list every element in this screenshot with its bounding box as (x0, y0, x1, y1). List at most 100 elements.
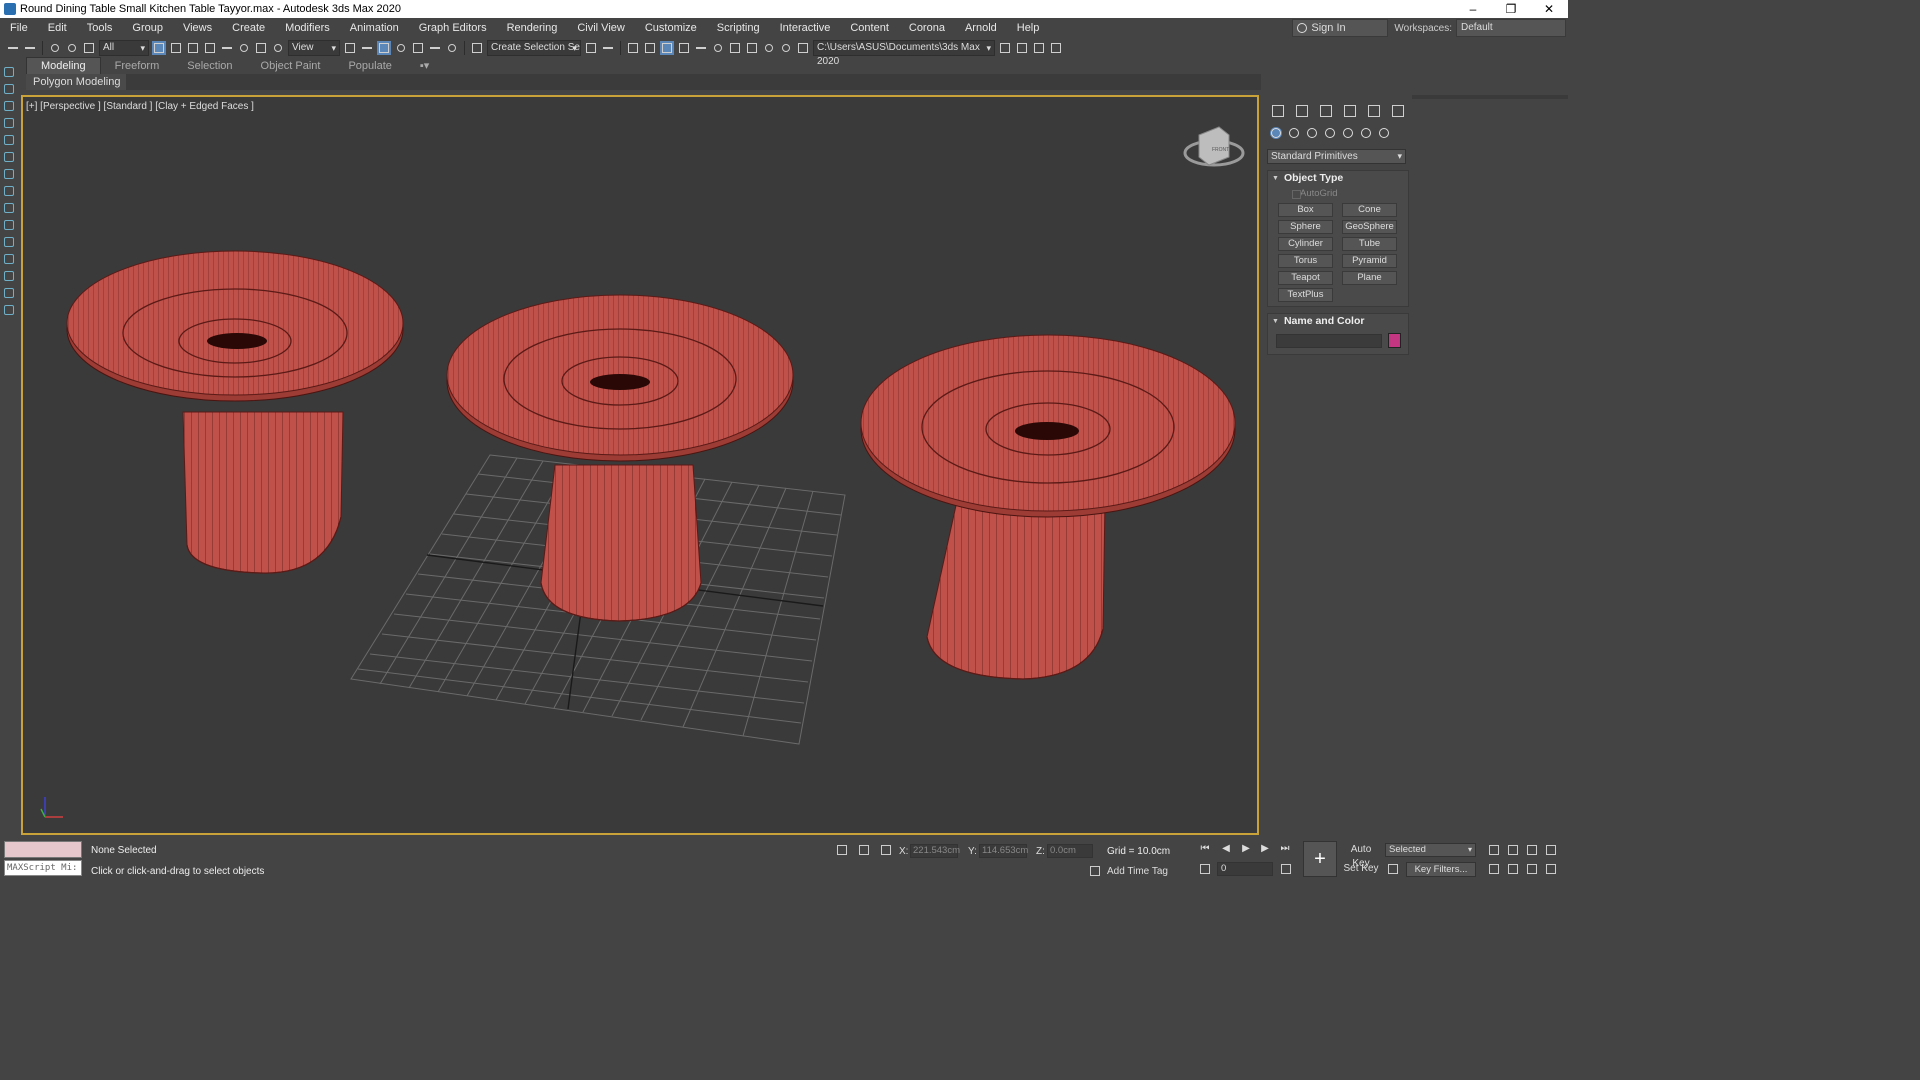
project-open-icon[interactable] (998, 41, 1012, 55)
ribbon-options-icon[interactable]: ▪▾ (406, 58, 443, 74)
perspective-viewport[interactable]: FRONT [+] [Perspective ] [Standard ] [Cl… (21, 95, 1259, 835)
align-icon[interactable] (601, 41, 615, 55)
set-key-button[interactable]: Set Key (1341, 862, 1381, 876)
select-manipulate-icon[interactable] (360, 41, 374, 55)
set-keys-button[interactable]: + (1303, 841, 1337, 877)
toggle-ribbon-icon[interactable] (660, 41, 674, 55)
paint-brush-icon[interactable] (4, 67, 14, 77)
field-of-view-icon[interactable] (1488, 863, 1500, 875)
menu-animation[interactable]: Animation (340, 18, 409, 38)
project-settings-icon[interactable] (1049, 41, 1063, 55)
utilities-tab-icon[interactable] (1390, 103, 1406, 119)
create-tab-icon[interactable] (1270, 103, 1286, 119)
table-left[interactable] (66, 250, 404, 574)
project-save-icon[interactable] (1032, 41, 1046, 55)
render-setup-icon[interactable] (728, 41, 742, 55)
systems-icon[interactable] (1378, 127, 1390, 139)
bucket-icon[interactable] (4, 118, 14, 128)
z-coordinate-field[interactable]: 0.0cm (1047, 844, 1093, 858)
pivot-center-icon[interactable] (343, 41, 357, 55)
modify-tab-icon[interactable] (1294, 103, 1310, 119)
tab-selection[interactable]: Selection (173, 58, 246, 74)
y-coordinate-field[interactable]: 114.653cm (979, 844, 1028, 858)
orbit-icon[interactable] (4, 186, 14, 196)
percent-snap-icon[interactable] (428, 41, 442, 55)
tab-populate[interactable]: Populate (334, 58, 405, 74)
undo-icon[interactable] (6, 41, 20, 55)
restore-button[interactable]: ❐ (1492, 0, 1530, 18)
key-selection-dropdown[interactable]: Selected (1385, 843, 1476, 857)
named-selection-dropdown[interactable]: Create Selection Se (487, 40, 581, 56)
drop-icon[interactable] (4, 203, 14, 213)
object-type-header[interactable]: ▼ Object Type (1268, 171, 1408, 186)
display-tab-icon[interactable] (1366, 103, 1382, 119)
magnet-icon[interactable] (4, 169, 14, 179)
render-production-icon[interactable] (762, 41, 776, 55)
menu-civil-view[interactable]: Civil View (567, 18, 634, 38)
cameras-icon[interactable] (1324, 127, 1336, 139)
spinner-snap-icon[interactable] (445, 41, 459, 55)
tube-button[interactable]: Tube (1342, 237, 1397, 251)
scene-explorer-icon[interactable] (626, 41, 640, 55)
cone-button[interactable]: Cone (1342, 203, 1397, 217)
table-center[interactable] (446, 294, 794, 622)
node-icon[interactable] (4, 237, 14, 247)
plane-button[interactable]: Plane (1342, 271, 1397, 285)
schematic-view-icon[interactable] (694, 41, 708, 55)
polygon-modeling-label[interactable]: Polygon Modeling (26, 74, 127, 90)
auto-key-button[interactable]: Auto Key (1341, 843, 1381, 869)
cylinder-button[interactable]: Cylinder (1278, 237, 1333, 251)
tab-modeling[interactable]: Modeling (26, 57, 101, 75)
maxscript-mini-listener[interactable]: MAXScript Mi: (4, 860, 82, 876)
list-icon[interactable] (4, 135, 14, 145)
edit-named-selection-icon[interactable] (470, 41, 484, 55)
orbit-icon[interactable] (1526, 863, 1538, 875)
window-crossing-icon[interactable] (203, 41, 217, 55)
rectangular-selection-icon[interactable] (186, 41, 200, 55)
selection-filter-dropdown[interactable]: All (99, 40, 149, 56)
lock-selection-icon[interactable] (858, 844, 870, 856)
key-filters-button[interactable]: Key Filters... (1406, 862, 1476, 877)
close-button[interactable]: ✕ (1530, 0, 1568, 18)
play-icon[interactable]: ▶ (1240, 843, 1252, 855)
current-frame-field[interactable]: 0 (1217, 862, 1273, 876)
object-name-field[interactable] (1276, 333, 1382, 348)
menu-modifiers[interactable]: Modifiers (275, 18, 340, 38)
point-icon[interactable] (4, 84, 14, 94)
a360-gallery-icon[interactable] (796, 41, 810, 55)
render-in-cloud-icon[interactable] (779, 41, 793, 55)
ruler-icon[interactable] (4, 220, 14, 230)
menu-tools[interactable]: Tools (77, 18, 123, 38)
next-frame-icon[interactable]: ▶ (1259, 843, 1271, 855)
rotate-icon[interactable] (237, 41, 251, 55)
shapes-icon[interactable] (1288, 127, 1300, 139)
wave-icon[interactable] (4, 254, 14, 264)
angle-snap-icon[interactable] (411, 41, 425, 55)
menu-file[interactable]: File (0, 18, 38, 38)
project-create-icon[interactable] (1015, 41, 1029, 55)
table-right[interactable] (860, 334, 1236, 680)
sign-in-button[interactable]: Sign In (1292, 19, 1389, 37)
menu-rendering[interactable]: Rendering (497, 18, 568, 38)
hook-icon[interactable] (4, 271, 14, 281)
previous-frame-icon[interactable]: ◀ (1220, 843, 1232, 855)
maximize-viewport-icon[interactable] (1545, 863, 1557, 875)
add-time-tag[interactable]: Add Time Tag (1107, 866, 1168, 877)
default-in-out-tangents-icon[interactable] (1387, 863, 1399, 875)
tool-icon[interactable] (4, 305, 14, 315)
name-color-header[interactable]: ▼ Name and Color (1268, 314, 1408, 329)
viewport-scene[interactable]: FRONT (23, 97, 1257, 833)
x-coordinate-field[interactable]: 221.543cm (910, 844, 960, 858)
space-warps-icon[interactable] (1360, 127, 1372, 139)
select-object-icon[interactable] (152, 41, 166, 55)
go-to-end-icon[interactable]: ⏭ (1279, 843, 1291, 855)
time-tag-icon[interactable] (1089, 865, 1101, 877)
zoom-all-icon[interactable] (1507, 844, 1519, 856)
lights-icon[interactable] (1306, 127, 1318, 139)
keyboard-shortcut-override-icon[interactable] (377, 41, 391, 55)
box-button[interactable]: Box (1278, 203, 1333, 217)
place-icon[interactable] (271, 41, 285, 55)
menu-views[interactable]: Views (173, 18, 222, 38)
zoom-extents-all-icon[interactable] (1545, 844, 1557, 856)
zoom-extents-icon[interactable] (1526, 844, 1538, 856)
